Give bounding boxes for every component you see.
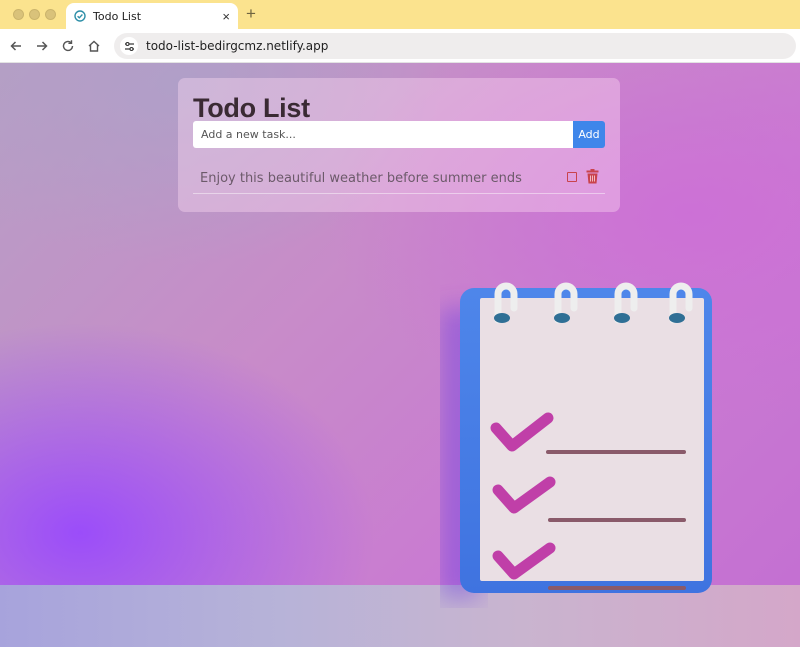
window-minimize-light[interactable]: [29, 9, 40, 20]
task-text: Enjoy this beautiful weather before summ…: [200, 171, 522, 186]
tab-close-icon[interactable]: ×: [222, 10, 230, 23]
browser-toolbar: todo-list-bedirgcmz.netlify.app: [0, 29, 800, 63]
trash-icon[interactable]: [586, 169, 599, 184]
back-arrow-icon[interactable]: [7, 37, 25, 55]
task-item: Enjoy this beautiful weather before summ…: [193, 164, 605, 194]
page-title: Todo List: [193, 93, 310, 123]
address-url[interactable]: todo-list-bedirgcmz.netlify.app: [146, 39, 328, 53]
home-icon[interactable]: [85, 37, 103, 55]
site-info-icon[interactable]: [120, 37, 138, 55]
todo-card: Todo List Add Enjoy this beautiful weath…: [178, 78, 620, 212]
new-tab-icon[interactable]: +: [246, 5, 256, 23]
browser-tab[interactable]: Todo List ×: [66, 3, 238, 29]
window-zoom-light[interactable]: [45, 9, 56, 20]
browser-titlebar: Todo List × +: [0, 0, 800, 29]
task-complete-checkbox[interactable]: [567, 172, 577, 182]
tab-title: Todo List: [93, 9, 142, 23]
notepad-illustration: [440, 282, 712, 598]
page-background: Todo List Add Enjoy this beautiful weath…: [0, 63, 800, 647]
forward-arrow-icon[interactable]: [33, 37, 51, 55]
check-circle-icon: [74, 10, 86, 22]
add-task-button[interactable]: Add: [573, 121, 605, 148]
window-close-light[interactable]: [13, 9, 24, 20]
reload-icon[interactable]: [59, 37, 77, 55]
address-bar[interactable]: todo-list-bedirgcmz.netlify.app: [114, 33, 796, 59]
new-task-input[interactable]: [193, 121, 573, 148]
